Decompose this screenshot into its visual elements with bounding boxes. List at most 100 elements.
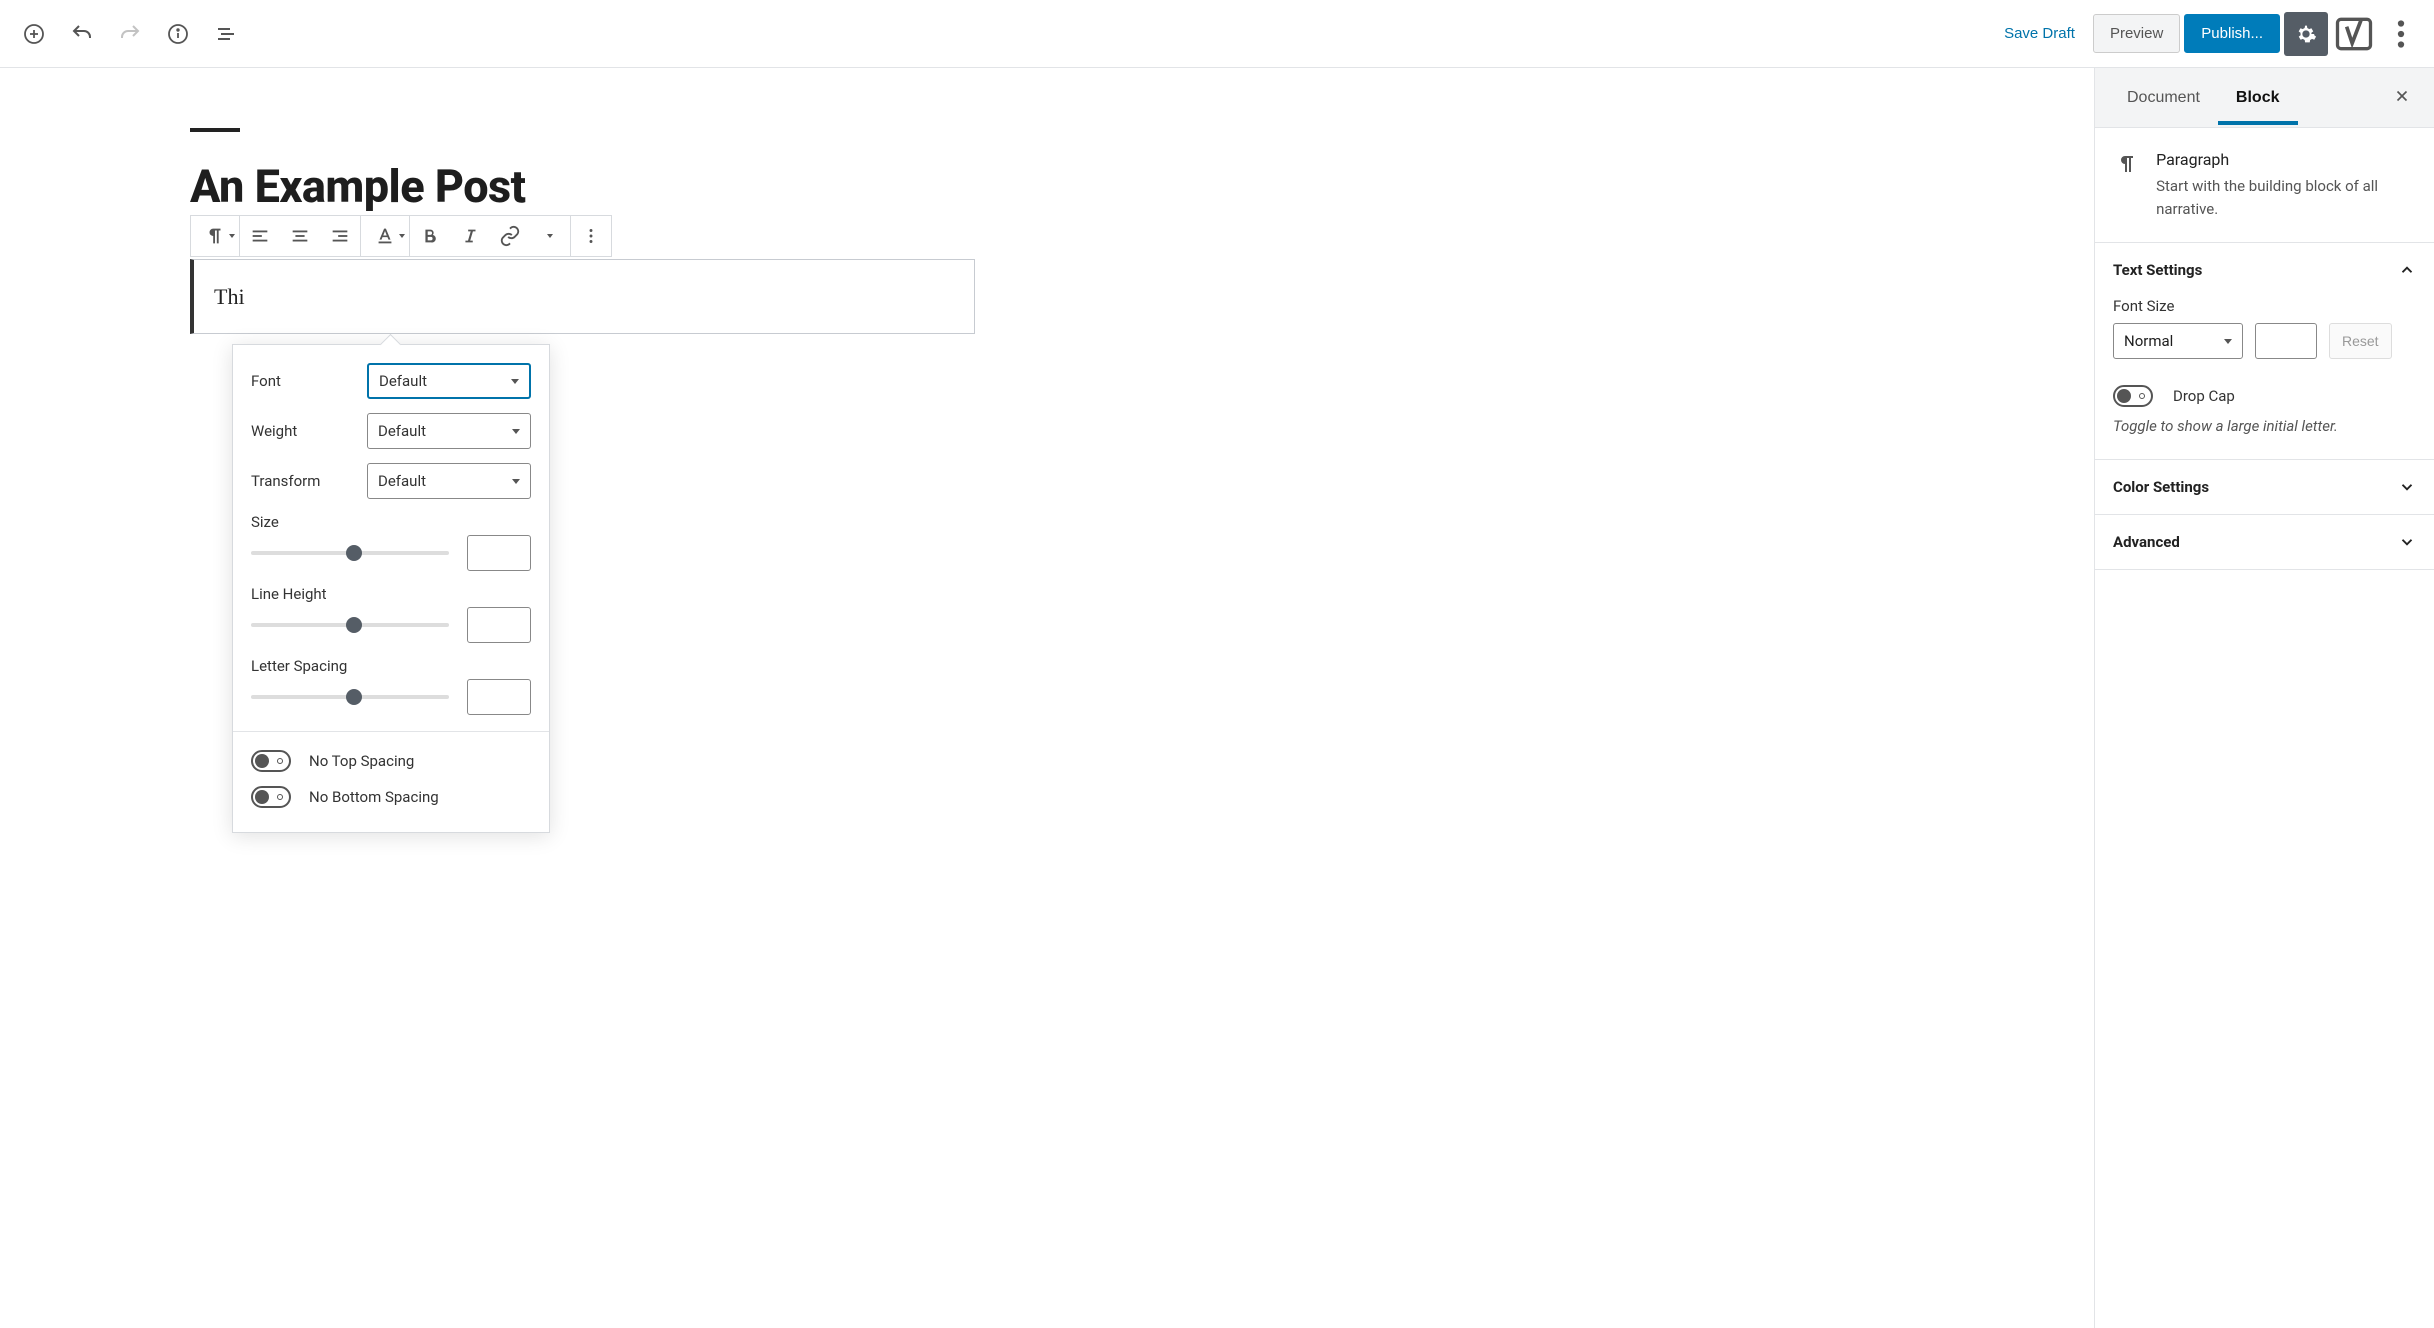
toolbar-left [12, 12, 248, 56]
chevron-down-icon [229, 234, 235, 238]
size-input[interactable] [467, 535, 531, 571]
no-bottom-spacing-toggle[interactable] [251, 786, 291, 808]
line-height-label: Line Height [251, 585, 531, 603]
italic-icon [459, 225, 481, 247]
drop-cap-toggle[interactable] [2113, 385, 2153, 407]
no-top-spacing-toggle[interactable] [251, 750, 291, 772]
save-draft-button[interactable]: Save Draft [1990, 15, 2089, 52]
font-select[interactable]: Default [367, 363, 531, 399]
transform-select[interactable]: Default [367, 463, 531, 499]
chevron-up-icon [2398, 261, 2416, 279]
weight-select[interactable]: Default [367, 413, 531, 449]
publish-button[interactable]: Publish... [2184, 14, 2280, 53]
font-size-input[interactable] [2255, 323, 2317, 359]
align-center-button[interactable] [280, 216, 320, 256]
paragraph-block[interactable]: Thi [190, 259, 975, 334]
chevron-down-icon [512, 429, 520, 434]
text-color-icon [374, 225, 396, 247]
text-color-button[interactable] [361, 216, 409, 256]
block-more-button[interactable] [571, 216, 611, 256]
bold-button[interactable] [410, 216, 450, 256]
slider-thumb[interactable] [346, 545, 362, 561]
transform-label: Transform [251, 472, 367, 490]
line-height-input[interactable] [467, 607, 531, 643]
undo-icon [70, 22, 94, 46]
main-area: An Example Post [0, 68, 2434, 1328]
paragraph-icon [2113, 150, 2140, 220]
settings-sidebar: Document Block Paragraph Start with the … [2094, 68, 2434, 1328]
undo-button[interactable] [60, 12, 104, 56]
block-info: Paragraph Start with the building block … [2095, 128, 2434, 243]
text-settings-panel: Text Settings Font Size Normal Reset Dro… [2095, 243, 2434, 460]
chevron-down-icon [512, 479, 520, 484]
color-settings-header[interactable]: Color Settings [2095, 460, 2434, 514]
toolbar-right: Save Draft Preview Publish... [1990, 12, 2422, 56]
font-size-label: Font Size [2113, 297, 2416, 315]
paragraph-text: Thi [214, 284, 245, 309]
no-top-spacing-label: No Top Spacing [309, 752, 414, 770]
link-button[interactable] [490, 216, 530, 256]
block-toolbar [190, 215, 612, 257]
settings-toggle-button[interactable] [2284, 12, 2328, 56]
more-formatting-button[interactable] [530, 216, 570, 256]
info-circle-icon [166, 22, 190, 46]
chevron-down-icon [2224, 339, 2232, 344]
font-label: Font [251, 372, 367, 390]
letter-spacing-input[interactable] [467, 679, 531, 715]
content-info-button[interactable] [156, 12, 200, 56]
font-size-select[interactable]: Normal [2113, 323, 2243, 359]
close-icon [2393, 87, 2411, 105]
size-slider[interactable] [251, 551, 449, 555]
chevron-down-icon [511, 379, 519, 384]
letter-spacing-label: Letter Spacing [251, 657, 531, 675]
align-left-button[interactable] [240, 216, 280, 256]
font-value: Default [379, 372, 427, 390]
block-info-description: Start with the building block of all nar… [2156, 175, 2416, 220]
post-title[interactable]: An Example Post [190, 160, 970, 213]
align-left-icon [249, 225, 271, 247]
align-right-button[interactable] [320, 216, 360, 256]
outline-icon [214, 22, 238, 46]
italic-button[interactable] [450, 216, 490, 256]
align-right-icon [329, 225, 351, 247]
weight-label: Weight [251, 422, 367, 440]
reset-button[interactable]: Reset [2329, 323, 2392, 359]
no-bottom-spacing-label: No Bottom Spacing [309, 788, 439, 806]
line-height-slider[interactable] [251, 623, 449, 627]
font-size-value: Normal [2124, 332, 2173, 350]
letter-spacing-slider[interactable] [251, 695, 449, 699]
gear-icon [2295, 23, 2317, 45]
chevron-down-icon [399, 234, 405, 238]
more-menu-button[interactable] [2380, 12, 2422, 56]
slider-thumb[interactable] [346, 617, 362, 633]
slider-thumb[interactable] [346, 689, 362, 705]
link-icon [499, 225, 521, 247]
divider [233, 731, 549, 732]
tab-document[interactable]: Document [2109, 71, 2218, 125]
drop-cap-label: Drop Cap [2173, 387, 2235, 405]
block-type-button[interactable] [191, 216, 239, 256]
transform-value: Default [378, 472, 426, 490]
yoast-button[interactable] [2332, 12, 2376, 56]
advanced-panel: Advanced [2095, 515, 2434, 570]
yoast-icon [2332, 12, 2376, 56]
preview-button[interactable]: Preview [2093, 14, 2180, 53]
redo-icon [118, 22, 142, 46]
drop-cap-hint: Toggle to show a large initial letter. [2113, 417, 2416, 435]
block-navigation-button[interactable] [204, 12, 248, 56]
close-sidebar-button[interactable] [2384, 80, 2420, 116]
bold-icon [419, 225, 441, 247]
title-divider [190, 128, 240, 132]
add-block-button[interactable] [12, 12, 56, 56]
plus-circle-icon [22, 22, 46, 46]
text-settings-header[interactable]: Text Settings [2095, 243, 2434, 297]
block-info-title: Paragraph [2156, 150, 2416, 169]
advanced-header[interactable]: Advanced [2095, 515, 2434, 569]
tab-block[interactable]: Block [2218, 71, 2298, 125]
color-settings-panel: Color Settings [2095, 460, 2434, 515]
chevron-down-icon [2398, 478, 2416, 496]
sidebar-tabs: Document Block [2095, 68, 2434, 128]
redo-button[interactable] [108, 12, 152, 56]
typography-popover: Font Default Weight Default Transform De… [232, 344, 550, 833]
weight-value: Default [378, 422, 426, 440]
